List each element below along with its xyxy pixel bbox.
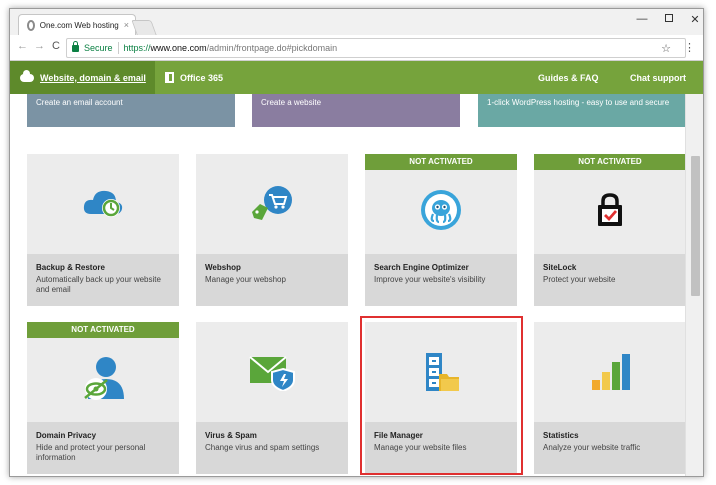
url-scheme: https:// [123, 43, 151, 53]
sitelock-card[interactable]: NOT ACTIVATED SiteLock Protect your webs… [534, 154, 685, 306]
card-title: Virus & Spam [205, 431, 257, 440]
create-website-card[interactable]: Create a website [252, 94, 460, 127]
vertical-scrollbar[interactable] [685, 94, 703, 476]
address-bar: ← → C Secure https://www.one.com/admin/f… [10, 35, 703, 61]
card-text: Search Engine Optimizer Improve your web… [365, 254, 517, 306]
url-text: https://www.one.com/admin/frontpage.do#p… [124, 43, 338, 53]
close-window-button[interactable]: ✕ [688, 13, 702, 26]
card-description: Protect your website [543, 275, 616, 284]
card-title: Webshop [205, 263, 241, 272]
maximize-button[interactable] [662, 13, 676, 25]
main-navigation: Website, domain & email Office 365 Guide… [10, 61, 703, 94]
card-description: Analyze your website traffic [543, 443, 641, 452]
seo-card[interactable]: NOT ACTIVATED Search Engine Optimizer Im… [365, 154, 517, 306]
tab-close-icon[interactable]: × [124, 20, 129, 30]
browser-menu-icon[interactable]: ⋮ [684, 41, 695, 54]
envelope-shield-icon [196, 322, 348, 422]
privacy-user-icon [27, 328, 179, 428]
padlock-icon [534, 160, 685, 260]
card-title: Search Engine Optimizer [374, 263, 469, 272]
card-text: Virus & Spam Change virus and spam setti… [196, 422, 348, 474]
browser-window: One.com Web hosting × — ✕ ← → C Secure h… [9, 8, 704, 477]
browser-tab[interactable]: One.com Web hosting × [18, 14, 136, 35]
bar-chart-icon [534, 322, 685, 422]
card-text: Statistics Analyze your website traffic [534, 422, 685, 474]
scrollbar-thumb[interactable] [691, 156, 700, 296]
card-title: Backup & Restore [36, 263, 105, 272]
nav-office-label: Office 365 [180, 72, 224, 83]
omnibox-divider [117, 42, 119, 54]
back-button[interactable]: ← [17, 40, 28, 52]
email-account-card[interactable]: Create an email account [27, 94, 235, 127]
file-manager-highlight [360, 316, 523, 475]
card-text: Webshop Manage your webshop [196, 254, 348, 306]
backup-restore-card[interactable]: Backup & Restore Automatically back up y… [27, 154, 179, 306]
dashboard-content: Create an email account Create a website… [10, 94, 685, 476]
tab-title: One.com Web hosting [39, 20, 119, 30]
url-input[interactable]: Secure https://www.one.com/admin/frontpa… [66, 38, 686, 58]
card-description: Manage your webshop [205, 275, 286, 284]
card-description: Improve your website's visibility [374, 275, 486, 284]
octopus-icon [365, 160, 517, 260]
nav-guides-faq[interactable]: Guides & FAQ [538, 61, 599, 94]
statistics-card[interactable]: Statistics Analyze your website traffic [534, 322, 685, 474]
maximize-icon [665, 14, 673, 22]
card-text: Backup & Restore Automatically back up y… [27, 254, 179, 306]
favicon-icon [27, 19, 35, 31]
url-host: www.one.com [150, 43, 207, 53]
card-description: Hide and protect your personal informati… [36, 443, 146, 462]
nav-website-domain-email[interactable]: Website, domain & email [10, 61, 155, 94]
title-bar: One.com Web hosting × — ✕ [10, 9, 703, 35]
forward-button[interactable]: → [34, 40, 45, 52]
minimize-button[interactable]: — [635, 13, 649, 25]
url-path: /admin/frontpage.do#pickdomain [206, 43, 338, 53]
secure-label: Secure [84, 43, 113, 53]
nav-chat-support[interactable]: Chat support [630, 61, 686, 94]
card-title: Statistics [543, 431, 579, 440]
office-icon [165, 72, 174, 83]
card-title: Domain Privacy [36, 431, 97, 440]
nav-office-365[interactable]: Office 365 [165, 61, 223, 94]
new-tab-button[interactable] [131, 20, 157, 35]
cloud-backup-icon [27, 154, 179, 254]
wordpress-card[interactable]: 1-click WordPress hosting - easy to use … [478, 94, 685, 127]
card-text: Domain Privacy Hide and protect your per… [27, 422, 179, 474]
card-text: SiteLock Protect your website [534, 254, 685, 306]
lock-icon [72, 40, 79, 52]
cloud-icon [20, 69, 34, 82]
card-description: Automatically back up your website and e… [36, 275, 161, 294]
bookmark-star-icon[interactable]: ☆ [661, 42, 671, 55]
webshop-card[interactable]: Webshop Manage your webshop [196, 154, 348, 306]
nav-website-label: Website, domain & email [40, 72, 146, 83]
virus-spam-card[interactable]: Virus & Spam Change virus and spam setti… [196, 322, 348, 474]
shopping-cart-icon [196, 154, 348, 254]
domain-privacy-card[interactable]: NOT ACTIVATED Domain Privacy Hide and pr… [27, 322, 179, 474]
card-description: Change virus and spam settings [205, 443, 320, 452]
reload-button[interactable]: C [52, 40, 60, 52]
card-title: SiteLock [543, 263, 577, 272]
